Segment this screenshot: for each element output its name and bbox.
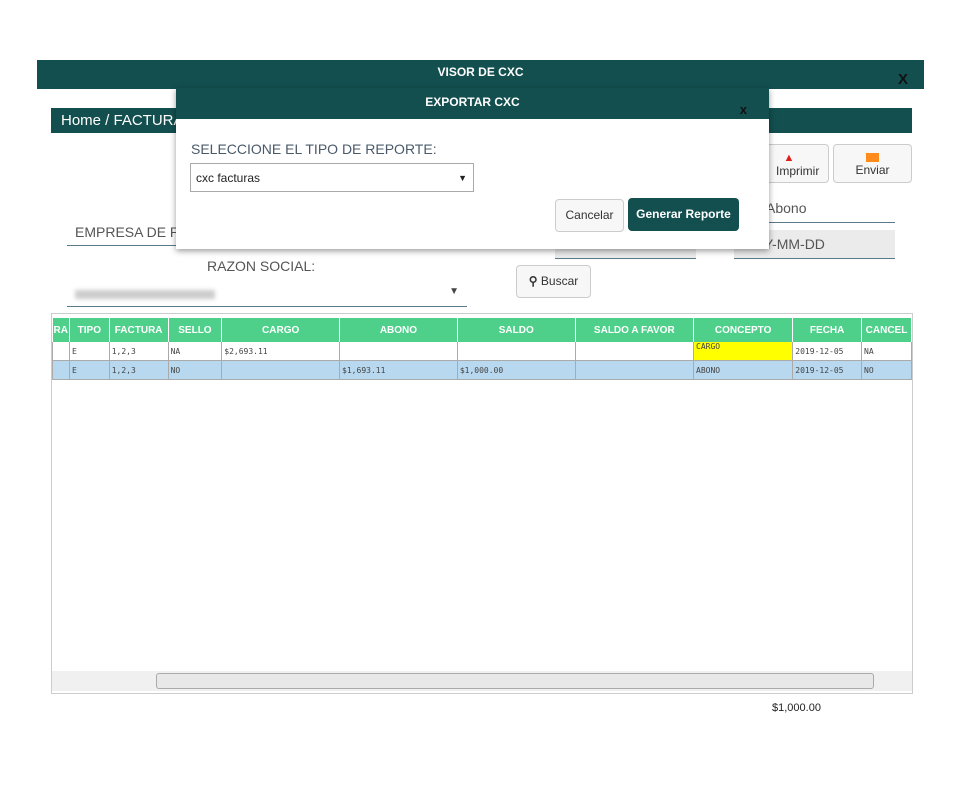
table-cell: 2019-12-05 bbox=[792, 342, 863, 361]
column-header[interactable]: FACTURA bbox=[109, 318, 169, 342]
scrollbar-thumb[interactable] bbox=[156, 673, 874, 689]
breadcrumb-text: Home / FACTURA bbox=[61, 112, 184, 129]
search-button[interactable]: ⚲ Buscar bbox=[516, 265, 591, 298]
generate-report-button[interactable]: Generar Reporte bbox=[628, 198, 739, 231]
column-header[interactable]: CONCEPTO bbox=[693, 318, 794, 342]
cancel-button[interactable]: Cancelar bbox=[555, 199, 624, 232]
cxc-table: RA TIPO FACTURA SELLO CARGO ABONO SALDO SALDO A… bbox=[51, 313, 913, 694]
table-cell: NO bbox=[861, 360, 912, 380]
table-row[interactable]: E 1,2,3 NO $1,693.11 $1,000.00 ABONO 2019-12-0… bbox=[52, 360, 912, 380]
modal-title: EXPORTAR CXC bbox=[425, 95, 520, 109]
table-cell: $2,693.11 bbox=[221, 342, 341, 361]
razon-social-select[interactable]: ▼ bbox=[67, 282, 467, 307]
column-header[interactable]: FECHA bbox=[792, 318, 863, 342]
table-cell: 2019-12-05 bbox=[792, 360, 863, 380]
table-cell bbox=[221, 360, 341, 380]
send-button[interactable]: Enviar bbox=[833, 144, 912, 183]
table-cell: NA bbox=[167, 342, 223, 361]
table-cell: CARGO bbox=[692, 342, 794, 361]
table-cell: E bbox=[68, 342, 110, 361]
table-cell: 1,2,3 bbox=[108, 360, 169, 380]
column-header[interactable]: SALDO A FAVOR bbox=[575, 318, 695, 342]
export-modal: EXPORTAR CXC x SELECCIONE EL TIPO DE REP… bbox=[176, 88, 769, 249]
column-header[interactable]: RA bbox=[52, 318, 70, 342]
table-cell: ABONO bbox=[692, 360, 794, 380]
data-table: RA TIPO FACTURA SELLO CARGO ABONO SALDO SALDO A… bbox=[52, 318, 912, 380]
table-cell: 1,2,3 bbox=[108, 342, 169, 361]
horizontal-scrollbar[interactable] bbox=[52, 671, 912, 691]
chevron-down-icon: ▼ bbox=[458, 173, 467, 183]
table-cell bbox=[339, 342, 458, 361]
column-header[interactable]: CANCEL bbox=[861, 318, 912, 342]
table-cell bbox=[574, 342, 695, 361]
report-type-label: SELECCIONE EL TIPO DE REPORTE: bbox=[191, 141, 437, 157]
table-row[interactable]: E 1,2,3 NA $2,693.11 CARGO 2019-12-05 NA bbox=[52, 342, 912, 361]
search-label: Buscar bbox=[540, 274, 579, 288]
table-cell bbox=[52, 360, 70, 380]
abono-placeholder: Abono bbox=[766, 200, 807, 216]
close-modal-button[interactable]: x bbox=[740, 103, 747, 116]
window-title: VISOR DE CXC bbox=[437, 65, 524, 79]
total-saldo: $1,000.00 bbox=[772, 702, 821, 714]
table-cell: NO bbox=[167, 360, 223, 380]
chevron-down-icon: ▼ bbox=[449, 286, 459, 297]
blurred-value bbox=[75, 290, 215, 299]
modal-header: EXPORTAR CXC x bbox=[176, 88, 769, 119]
report-type-value: cxc facturas bbox=[196, 171, 261, 185]
table-cell: E bbox=[68, 360, 110, 380]
print-label: Imprimir bbox=[776, 164, 820, 178]
table-cell bbox=[574, 360, 695, 380]
table-cell: $1,000.00 bbox=[456, 360, 576, 380]
empresa-label: EMPRESA DE PR bbox=[75, 224, 190, 240]
table-cell: NA bbox=[861, 342, 912, 361]
table-cell bbox=[456, 342, 576, 361]
razon-social-label: RAZON SOCIAL: bbox=[207, 258, 316, 274]
column-header[interactable]: CARGO bbox=[221, 318, 341, 342]
column-header[interactable]: SALDO bbox=[457, 318, 576, 342]
table-cell: $1,693.11 bbox=[339, 360, 458, 380]
column-header[interactable]: TIPO bbox=[69, 318, 110, 342]
send-label: Enviar bbox=[855, 163, 890, 177]
column-header[interactable]: ABONO bbox=[339, 318, 458, 342]
date-placeholder: Y-MM-DD bbox=[764, 236, 825, 252]
table-cell bbox=[52, 342, 70, 361]
column-header[interactable]: SELLO bbox=[168, 318, 223, 342]
window-titlebar: VISOR DE CXC X bbox=[37, 60, 924, 89]
search-icon: ⚲ bbox=[528, 274, 538, 288]
report-type-select[interactable]: cxc facturas ▼ bbox=[190, 163, 474, 192]
close-window-button[interactable]: X bbox=[898, 72, 908, 88]
envelope-icon bbox=[866, 153, 879, 162]
